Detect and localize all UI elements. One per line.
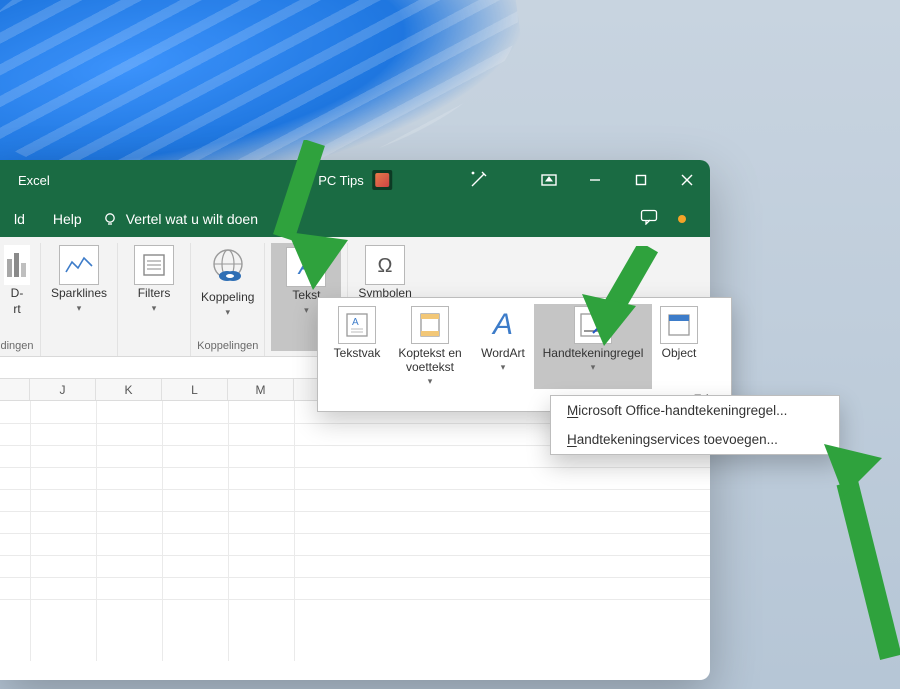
svg-text:A: A	[352, 317, 359, 328]
tell-me-label: Vertel wat u wilt doen	[126, 211, 258, 227]
close-button[interactable]	[664, 160, 710, 200]
document-title: PC Tips	[318, 173, 364, 188]
column-header[interactable]: J	[30, 379, 96, 400]
app-title: Excel	[18, 173, 50, 188]
lightbulb-icon	[102, 211, 118, 227]
column-header[interactable]: K	[96, 379, 162, 400]
chevron-down-icon: ▾	[304, 305, 309, 316]
tab-beeld-truncated[interactable]: ld	[0, 200, 39, 237]
signature-line-icon	[574, 306, 612, 344]
object-icon	[660, 306, 698, 344]
ribbon-tabstrip: ld Help Vertel wat u wilt doen	[0, 200, 710, 237]
chevron-down-icon: ▾	[152, 303, 157, 314]
column-header[interactable]: L	[162, 379, 228, 400]
menu-item-add-signature-services[interactable]: Handtekeningservices toevoegen...	[551, 425, 839, 454]
handtekeningregel-button[interactable]: Handtekeningregel ▾	[534, 304, 652, 389]
wordart-icon: A	[484, 306, 522, 344]
chevron-down-icon: ▾	[591, 362, 596, 373]
chevron-down-icon: ▾	[501, 362, 506, 373]
pen-icon[interactable]	[470, 170, 488, 191]
textbox-icon: A	[338, 306, 376, 344]
user-avatar[interactable]	[372, 170, 392, 190]
column-header[interactable]: M	[228, 379, 294, 400]
annotation-arrow	[810, 440, 900, 675]
svg-text:Ω: Ω	[378, 255, 393, 277]
menu-item-ms-office-signature[interactable]: Microsoft Office-handtekeningregel...	[551, 396, 839, 425]
globe-link-icon	[206, 245, 250, 289]
koptekst-voettekst-button[interactable]: Koptekst en voettekst ▾	[388, 304, 472, 389]
header-footer-icon	[411, 306, 449, 344]
text-icon: A	[286, 247, 326, 287]
wordart-button[interactable]: A WordArt ▾	[472, 304, 534, 389]
filters-button[interactable]: Filters ▾	[124, 243, 184, 316]
comments-icon[interactable]	[640, 209, 658, 228]
ribbon-group-label-truncated: dingen	[0, 340, 33, 356]
chevron-down-icon: ▾	[428, 376, 433, 387]
chevron-down-icon: ▾	[225, 307, 230, 318]
document-title-area: PC Tips	[318, 170, 392, 190]
status-dot	[678, 215, 686, 223]
tell-me-search[interactable]: Vertel wat u wilt doen	[102, 211, 258, 227]
ribbon-button-truncated-3d[interactable]: D- rt	[0, 243, 34, 319]
omega-icon: Ω	[365, 245, 405, 285]
maximize-button[interactable]	[618, 160, 664, 200]
object-button[interactable]: Object	[652, 304, 706, 389]
chevron-down-icon: ▾	[77, 303, 82, 314]
signature-context-menu: Microsoft Office-handtekeningregel... Ha…	[550, 395, 840, 455]
titlebar: Excel PC Tips	[0, 160, 710, 200]
ribbon-display-options-button[interactable]	[526, 160, 572, 200]
svg-text:A: A	[491, 308, 513, 341]
sparklines-button[interactable]: Sparklines ▾	[47, 243, 111, 316]
slicer-icon	[134, 245, 174, 285]
system-buttons	[526, 160, 710, 200]
sparklines-icon	[59, 245, 99, 285]
select-all-corner[interactable]	[0, 379, 30, 400]
svg-text:A: A	[297, 254, 314, 279]
ribbon-group-label-koppelingen: Koppelingen	[197, 340, 258, 356]
tab-help[interactable]: Help	[39, 200, 96, 237]
koppeling-button[interactable]: Koppeling ▾	[197, 243, 258, 320]
minimize-button[interactable]	[572, 160, 618, 200]
tekstvak-button[interactable]: A Tekstvak	[326, 304, 388, 389]
